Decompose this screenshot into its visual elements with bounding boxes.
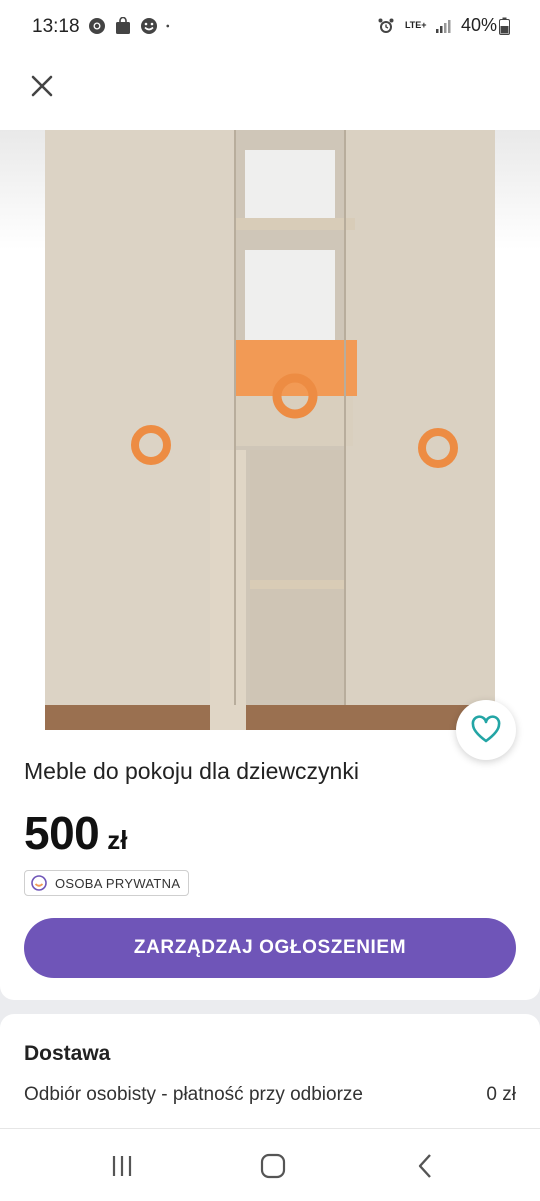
recent-apps-button[interactable] — [107, 1151, 137, 1181]
status-notification-icons — [88, 17, 174, 35]
smiley-icon — [141, 18, 157, 34]
delivery-option-label: Odbiór osobisty - płatność przy odbiorze — [24, 1084, 363, 1105]
price-currency: zł — [107, 825, 128, 855]
manage-listing-button[interactable]: ZARZĄDZAJ OGŁOSZENIEM — [24, 918, 516, 978]
recent-apps-icon — [112, 1156, 132, 1176]
delivery-title: Dostawa — [24, 1042, 111, 1065]
delivery-card: Dostawa Odbiór osobisty - płatność przy … — [0, 1014, 540, 1128]
delivery-option-cost: 0 zł — [486, 1084, 516, 1105]
delivery-option-row: Odbiór osobisty - płatność przy odbiorze… — [24, 1084, 516, 1106]
battery-percent: 40% — [460, 15, 497, 35]
shopping-bag-icon — [116, 17, 130, 34]
listing-price: 500 zł — [24, 806, 127, 860]
dot-icon — [166, 24, 170, 28]
top-app-bar — [0, 56, 540, 131]
lte-icon: LTE+ — [404, 20, 427, 30]
status-bar: 13:18 LTE+ 40% — [0, 0, 540, 56]
listing-card: Meble do pokoju dla dziewczynki 500 zł OS… — [0, 130, 540, 1000]
listing-photo[interactable] — [45, 130, 495, 730]
back-button[interactable] — [410, 1151, 440, 1181]
alarm-icon — [378, 18, 394, 33]
close-icon — [31, 75, 53, 97]
signal-icon — [435, 19, 451, 33]
home-icon — [260, 1153, 286, 1179]
private-seller-icon — [31, 875, 47, 891]
seller-type-label: OSOBA PRYWATNA — [55, 875, 181, 891]
status-system-icons: LTE+ 40% — [377, 15, 510, 36]
chrome-icon — [89, 18, 105, 34]
system-navigation-bar — [0, 1128, 540, 1201]
heart-icon — [471, 715, 501, 743]
close-button[interactable] — [26, 70, 58, 102]
seller-type-badge: OSOBA PRYWATNA — [24, 870, 190, 896]
price-amount: 500 — [24, 807, 100, 859]
back-icon — [418, 1154, 431, 1178]
status-time: 13:18 — [32, 16, 80, 37]
favorite-button[interactable] — [456, 700, 516, 760]
listing-title: Meble do pokoju dla dziewczynki — [24, 758, 359, 784]
photo-gallery[interactable] — [0, 130, 540, 730]
battery-icon — [499, 17, 510, 35]
home-button[interactable] — [258, 1151, 288, 1181]
